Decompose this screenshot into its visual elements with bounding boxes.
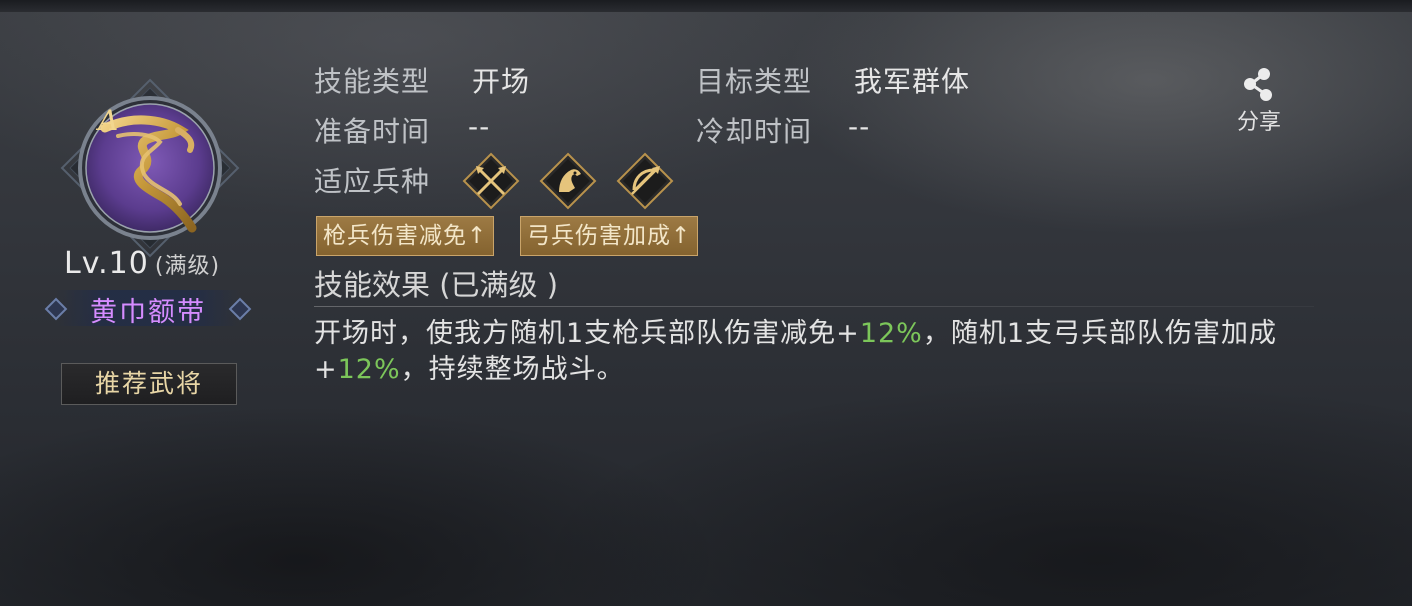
recommend-generals-button[interactable]: 推荐武将 — [61, 363, 237, 405]
svg-text:A: A — [95, 104, 118, 137]
cooldown-value: -- — [848, 110, 871, 143]
share-icon — [1244, 68, 1272, 101]
share-button[interactable]: 分享 — [1226, 66, 1292, 136]
share-label: 分享 — [1236, 110, 1281, 135]
target-type-label: 目标类型 — [696, 65, 813, 98]
skill-level: Lv.10 (满级) — [64, 246, 221, 281]
skill-name: 黄巾额带 — [90, 297, 206, 328]
prep-time-value: -- — [468, 110, 491, 143]
archer-troop-icon — [616, 152, 674, 210]
tag-archer-damage-bonus: 弓兵伤害加成↑ — [520, 216, 699, 256]
skill-emblem: A — [60, 78, 240, 258]
level-max-note: (满级) — [154, 254, 221, 279]
effect-title: 技能效果 (已满级 ) — [314, 268, 559, 302]
effect-value-1: 12% — [859, 318, 923, 349]
cavalry-troop-icon — [539, 152, 597, 210]
top-band — [0, 0, 1412, 12]
effect-value-2: 12% — [337, 354, 401, 385]
ribbon-skill-icon: A — [60, 78, 240, 258]
cooldown-label: 冷却时间 — [696, 115, 813, 148]
skill-type-value: 开场 — [472, 65, 531, 98]
skill-name-plate: 黄巾额带 — [44, 288, 252, 328]
effect-divider — [314, 306, 1314, 307]
tag-spear-damage-reduction: 枪兵伤害减免↑ — [316, 216, 495, 256]
prep-time-label: 准备时间 — [314, 115, 431, 148]
target-type-value: 我军群体 — [854, 65, 971, 98]
skill-type-label: 技能类型 — [314, 65, 431, 98]
effect-description: 开场时，使我方随机1支枪兵部队伤害减免+12%，随机1支弓兵部队伤害加成+12%… — [314, 318, 1278, 385]
troop-type-label: 适应兵种 — [314, 165, 431, 198]
spear-troop-icon — [462, 152, 520, 210]
